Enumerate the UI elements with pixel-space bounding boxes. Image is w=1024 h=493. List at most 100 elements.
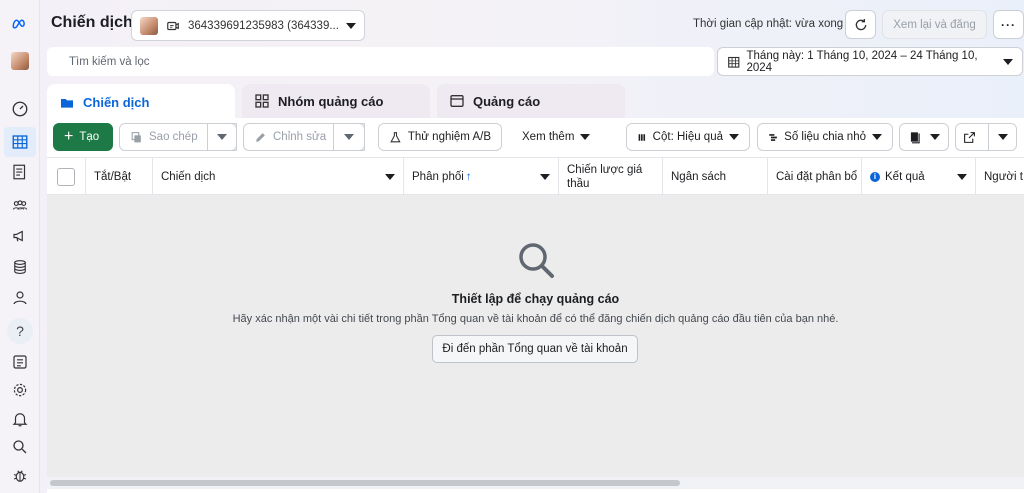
chevron-down-icon [385, 174, 395, 180]
account-avatar [140, 16, 158, 35]
info-icon: i [870, 171, 880, 182]
export-button[interactable] [955, 123, 1017, 151]
column-header-budget[interactable]: Ngân sách [662, 158, 767, 195]
copy-icon [131, 131, 141, 142]
events-manager-icon[interactable] [8, 350, 32, 374]
calendar-icon [728, 56, 740, 68]
breakdown-icon [769, 133, 777, 141]
reports-button[interactable] [899, 123, 949, 151]
more-options-button[interactable]: ··· [993, 10, 1024, 39]
select-all-checkbox[interactable] [57, 167, 75, 186]
empty-state: Thiết lập để chạy quảng cáo Hãy xác nhận… [47, 195, 1024, 477]
chevron-down-icon [346, 22, 356, 29]
chevron-down-icon [580, 134, 591, 140]
left-nav-rail: ? [0, 0, 40, 493]
columns-label: Cột: Hiệu quả [652, 131, 723, 143]
see-more-label: Xem thêm [522, 131, 575, 143]
see-more-button[interactable]: Xem thêm [512, 123, 602, 151]
ad-account-selector[interactable]: 364339691235983 (364339... [131, 10, 365, 41]
campaigns-table-header: Tắt/Bật Chiến dịch Phân phối ↑ Chiến lượ… [47, 157, 1024, 195]
column-header-results[interactable]: i Kết quả [861, 158, 975, 195]
ab-test-label: Thử nghiệm A/B [407, 131, 491, 143]
chevron-down-icon [540, 174, 550, 180]
ad-account-id: 364339691235983 (364339... [188, 19, 338, 32]
select-all-checkbox-cell [47, 158, 85, 195]
plus-icon: + [64, 128, 74, 145]
pencil-icon [256, 132, 265, 142]
create-button[interactable]: + Tạo [53, 123, 113, 151]
export-dropdown[interactable] [988, 124, 1016, 150]
page-title: Chiến dịch [51, 14, 133, 31]
campaigns-table-icon[interactable] [4, 127, 36, 157]
chevron-down-icon [872, 134, 882, 140]
columns-button[interactable]: Cột: Hiệu quả [626, 123, 750, 151]
tab-label: Nhóm quảng cáo [278, 93, 384, 109]
chevron-down-icon [1003, 58, 1013, 65]
meta-logo-icon[interactable] [8, 12, 32, 36]
gear-icon[interactable] [8, 378, 32, 402]
edit-dropdown-button[interactable] [333, 123, 365, 151]
magnifier-icon [519, 243, 554, 278]
chevron-down-icon [997, 134, 1008, 140]
date-range-label: Tháng này: 1 Tháng 10, 2024 – 24 Tháng 1… [746, 49, 978, 74]
copy-label: Sao chép [149, 131, 198, 143]
chevron-down-icon [344, 134, 354, 140]
empty-state-title: Thiết lập để chạy quảng cáo [451, 292, 620, 306]
folder-icon [61, 98, 73, 108]
tab-label: Chiến dịch [83, 95, 150, 110]
copy-dropdown-button[interactable] [207, 123, 237, 151]
breakdown-button[interactable]: Số liệu chia nhỏ [757, 123, 893, 151]
export-icon [956, 131, 982, 144]
empty-state-description: Hãy xác nhận một vài chi tiết trong phần… [232, 313, 839, 325]
sort-arrow-icon: ↑ [465, 170, 472, 183]
tab-ads[interactable]: Quảng cáo [437, 84, 625, 118]
ad-window-icon [450, 95, 464, 107]
tab-campaigns[interactable]: Chiến dịch [47, 84, 235, 121]
bug-report-icon[interactable] [8, 464, 32, 488]
breakdown-label: Số liệu chia nhỏ [784, 131, 866, 143]
horizontal-scrollbar[interactable] [47, 477, 1024, 489]
bell-icon[interactable] [8, 407, 32, 431]
chevron-down-icon [729, 134, 739, 140]
dashboard-gauge-icon[interactable] [8, 97, 32, 121]
column-header-campaign[interactable]: Chiến dịch [152, 158, 403, 195]
reports-icon[interactable] [8, 160, 32, 184]
search-icon[interactable] [8, 435, 32, 459]
ad-account-icon [167, 21, 179, 30]
billing-stack-icon[interactable] [8, 255, 32, 279]
tab-label: Quảng cáo [473, 93, 541, 109]
columns-icon [638, 133, 646, 141]
last-updated-text: Thời gian cập nhật: vừa xong [693, 18, 844, 30]
edit-label: Chỉnh sửa [273, 131, 327, 143]
date-range-picker[interactable]: Tháng này: 1 Tháng 10, 2024 – 24 Tháng 1… [717, 47, 1023, 76]
column-header-reach[interactable]: Người t [975, 158, 1024, 195]
chevron-down-icon [957, 174, 967, 180]
create-label: Tạo [79, 131, 100, 143]
people-settings-icon[interactable] [8, 286, 32, 310]
search-filter-input[interactable]: Tìm kiếm và lọc [47, 47, 714, 76]
ab-test-button[interactable]: Thử nghiệm A/B [378, 123, 502, 151]
refresh-icon [855, 18, 866, 30]
campaigns-panel: + Tạo Sao chép Chỉnh sửa Thử nghiệm A/B … [47, 118, 1024, 493]
column-header-label: Kết quả [885, 170, 925, 183]
go-to-account-overview-button[interactable]: Đi đến phần Tổng quan về tài khoản [432, 335, 638, 363]
account-avatar[interactable] [8, 49, 32, 73]
tab-ad-sets[interactable]: Nhóm quảng cáo [242, 84, 430, 118]
column-header-toggle[interactable]: Tắt/Bật [85, 158, 152, 195]
column-header-label: Chiến dịch [161, 170, 216, 183]
audiences-icon[interactable] [8, 193, 32, 217]
help-icon[interactable]: ? [7, 318, 33, 344]
megaphone-icon[interactable] [8, 224, 32, 248]
scrollbar-thumb[interactable] [50, 480, 680, 486]
chevron-down-icon [930, 134, 940, 140]
review-and-publish-button[interactable]: Xem lại và đăng [882, 10, 987, 39]
column-header-attribution[interactable]: Cài đặt phân bổ [767, 158, 861, 195]
grid-icon [255, 94, 269, 108]
report-book-icon [910, 132, 920, 144]
refresh-button[interactable] [845, 10, 876, 39]
column-header-bid-strategy[interactable]: Chiến lược giá thầu [558, 158, 662, 195]
top-bar: Chiến dịch 364339691235983 (364339... Th… [40, 0, 1024, 48]
chevron-down-icon [217, 134, 227, 140]
column-header-label: Phân phối [412, 170, 464, 183]
column-header-delivery[interactable]: Phân phối ↑ [403, 158, 558, 195]
